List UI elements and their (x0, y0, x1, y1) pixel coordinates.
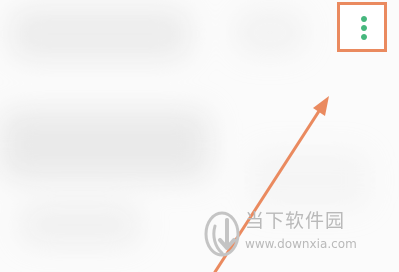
screenshot: 当下软件园 www.downxia.com (0, 0, 399, 272)
watermark-title: 当下软件园 (245, 210, 346, 232)
watermark-url: www.downxia.com (245, 237, 357, 251)
downxia-logo-icon (204, 211, 240, 257)
arrow-head (313, 96, 329, 116)
downxia-watermark: 当下软件园 www.downxia.com (202, 209, 380, 259)
